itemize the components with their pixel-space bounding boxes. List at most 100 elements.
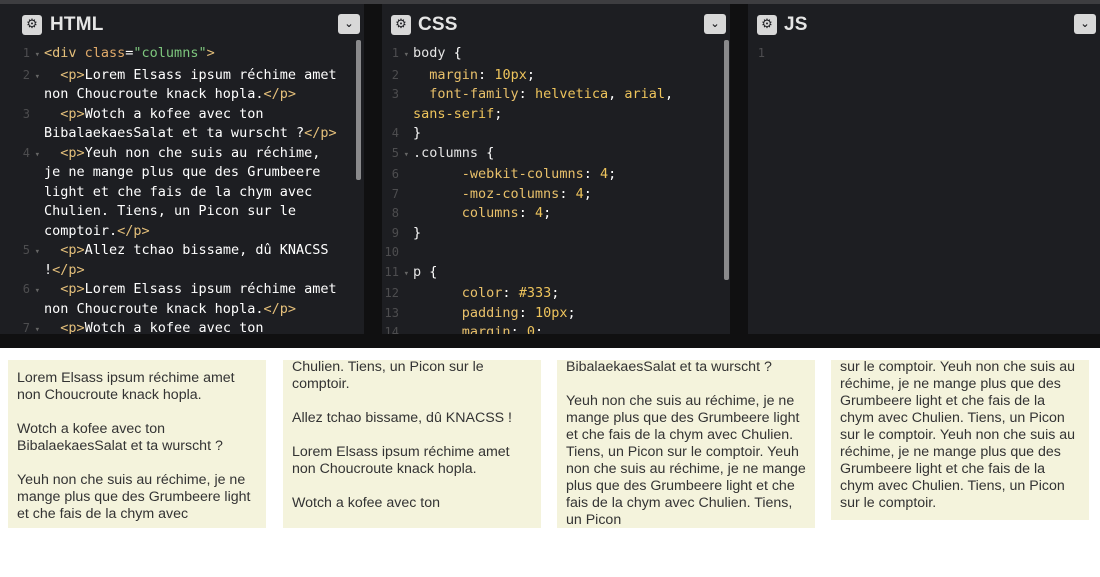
- js-pane: ⚙ JS ⌄ 1: [748, 4, 1100, 334]
- code-text: padding: 10px;: [461, 304, 576, 321]
- code-text: <p>Wotch a kofee avec ton BibalaekaesSal…: [60, 320, 264, 334]
- preview-paragraph: Wotch a kofee avec ton BibalaekaesSalat …: [17, 421, 223, 454]
- fold-arrow-icon[interactable]: ▾: [33, 243, 40, 263]
- fold-arrow-icon[interactable]: ▾: [33, 282, 40, 302]
- js-pane-header: ⚙ JS ⌄: [748, 4, 1100, 40]
- preview-column: sur le comptoir. Yeuh non che suis au ré…: [831, 360, 1089, 520]
- line-number: 3: [22, 106, 30, 121]
- html-pane-header: ⚙ HTML ⌄: [0, 4, 364, 40]
- preview-column: Chulien. Tiens, un Picon sur le comptoir…: [283, 360, 541, 528]
- css-pane-title: CSS: [418, 14, 458, 35]
- preview-paragraph: Lorem Elsass ipsum réchime amet non Chou…: [292, 444, 510, 477]
- preview-paragraph: Yeuh non che suis au réchime, je ne mang…: [566, 393, 806, 528]
- code-text: <div class="columns">: [44, 45, 215, 61]
- line-number: 4: [391, 126, 399, 140]
- chevron-down-icon[interactable]: ⌄: [338, 14, 360, 34]
- code-line[interactable]: 3 font-family: helvetica, arial, sans-se…: [382, 85, 730, 124]
- code-line[interactable]: 13 padding: 10px;: [382, 304, 730, 324]
- code-text: }: [413, 224, 422, 241]
- line-number: 4 ▾: [0, 144, 44, 242]
- code-line[interactable]: 12 color: #333;: [382, 284, 730, 304]
- gear-icon[interactable]: ⚙: [391, 15, 411, 35]
- column-text: BibalaekaesSalat et ta wurscht ? Yeuh non…: [566, 360, 806, 528]
- fold-arrow-icon[interactable]: ▾: [33, 321, 40, 334]
- code-line[interactable]: 4 ▾ <p>Yeuh non che suis au réchime, je n…: [0, 144, 364, 242]
- column-text: sur le comptoir. Yeuh non che suis au ré…: [840, 360, 1080, 512]
- line-number: 10: [384, 245, 399, 259]
- code-line[interactable]: 7 -moz-columns: 4;: [382, 185, 730, 205]
- css-code-editor[interactable]: 1 ▾ body {2 margin: 10px; 3 font-family: he…: [382, 44, 730, 334]
- code-text: <p>Lorem Elsass ipsum réchime amet non C…: [44, 281, 345, 317]
- code-text: .columns {: [413, 144, 495, 161]
- fold-arrow-icon[interactable]: ▾: [402, 265, 409, 285]
- preview-paragraph: sur le comptoir. Yeuh non che suis au ré…: [840, 360, 1076, 511]
- line-number: 9: [391, 225, 399, 240]
- line-number: 11 ▾: [382, 263, 413, 285]
- code-line[interactable]: 5 ▾ <p>Allez tchao bissame, dû KNACSS !</…: [0, 241, 364, 280]
- code-text: <p>Yeuh non che suis au réchime, je ne m…: [44, 144, 329, 239]
- code-line[interactable]: 2 ▾ <p>Lorem Elsass ipsum réchime amet no…: [0, 66, 364, 105]
- fold-arrow-icon[interactable]: ▾: [33, 68, 40, 88]
- chevron-down-icon[interactable]: ⌄: [704, 14, 726, 34]
- line-number: 8: [391, 206, 399, 220]
- code-line[interactable]: 1 ▾ <div class="columns">: [0, 44, 364, 66]
- js-code-editor[interactable]: 1: [748, 44, 1100, 334]
- code-line[interactable]: 3 <p>Wotch a kofee avec ton BibalaekaesS…: [0, 105, 364, 144]
- code-line[interactable]: 7▾ <p>Wotch a kofee avec ton Bibalaekaes…: [0, 319, 364, 334]
- css-scrollbar[interactable]: [724, 40, 729, 280]
- line-number: 1: [757, 46, 765, 60]
- code-line[interactable]: 5 ▾ .columns {: [382, 144, 730, 166]
- css-pane-header: ⚙ CSS ⌄: [382, 4, 730, 40]
- fold-arrow-icon[interactable]: ▾: [33, 46, 40, 66]
- code-line[interactable]: 9}: [382, 224, 730, 244]
- code-line[interactable]: 2 margin: 10px;: [382, 66, 730, 86]
- html-code-editor[interactable]: 1 ▾ <div class="columns"> 2 ▾ <p>Lorem Elsas…: [0, 44, 364, 334]
- code-line[interactable]: 6 -webkit-columns: 4;: [382, 165, 730, 185]
- line-number: 14: [384, 325, 399, 334]
- gear-icon[interactable]: ⚙: [757, 15, 777, 35]
- code-line[interactable]: 1 ▾ body {: [382, 44, 730, 66]
- gear-icon[interactable]: ⚙: [22, 15, 42, 35]
- code-line[interactable]: 14 margin: 0;: [382, 323, 730, 334]
- code-text: p {: [413, 263, 438, 280]
- code-text: margin: 10px;: [429, 66, 535, 83]
- chevron-down-icon[interactable]: ⌄: [1074, 14, 1096, 34]
- html-pane: ⚙ HTML ⌄ 1 ▾ <div class="columns"> 2 ▾ <p>Lo…: [0, 4, 364, 334]
- code-text: color: #333;: [461, 285, 560, 301]
- line-number: 1 ▾: [382, 44, 413, 66]
- preview-paragraph: Lorem Elsass ipsum réchime amet non Chou…: [17, 370, 235, 403]
- line-number: 12: [384, 286, 399, 300]
- preview-paragraph: Wotch a kofee avec ton: [292, 495, 441, 511]
- line-number: 6: [391, 167, 399, 181]
- column-text: Lorem Elsass ipsum réchime amet non Chou…: [17, 370, 257, 523]
- code-text: font-family: helvetica, arial, sans-seri…: [413, 86, 682, 122]
- line-number: 5 ▾: [382, 144, 413, 166]
- code-text: columns: 4;: [461, 205, 552, 221]
- code-text: <p>Lorem Elsass ipsum réchime amet non C…: [44, 66, 345, 103]
- line-number: 6 ▾: [0, 280, 44, 319]
- code-text: margin: 0;: [461, 324, 544, 334]
- code-line[interactable]: 8 columns: 4;: [382, 204, 730, 224]
- line-number: 5 ▾: [0, 241, 44, 280]
- preview-column: BibalaekaesSalat et ta wurscht ? Yeuh non…: [557, 360, 815, 528]
- line-number: 2: [391, 67, 399, 82]
- code-line[interactable]: 10: [382, 243, 730, 263]
- fold-arrow-icon[interactable]: ▾: [402, 46, 409, 66]
- preview-paragraph: BibalaekaesSalat et ta wurscht ?: [566, 360, 772, 375]
- result-preview: Lorem Elsass ipsum réchime amet non Chou…: [0, 348, 1100, 577]
- line-number: 7 ▾: [0, 319, 44, 334]
- line-number: 2 ▾: [0, 66, 44, 105]
- code-text: -webkit-columns: 4;: [461, 166, 617, 182]
- preview-paragraph: Yeuh non che suis au réchime, je ne mang…: [17, 472, 251, 522]
- html-scrollbar[interactable]: [356, 40, 361, 180]
- fold-arrow-icon[interactable]: ▾: [33, 146, 40, 166]
- code-line[interactable]: 1: [748, 44, 1100, 64]
- code-line[interactable]: 6 ▾ <p>Lorem Elsass ipsum réchime amet no…: [0, 280, 364, 319]
- code-line[interactable]: 4}: [382, 124, 730, 144]
- fold-arrow-icon[interactable]: ▾: [402, 146, 409, 166]
- code-text: <p>Allez tchao bissame, dû KNACSS !</p>: [44, 242, 337, 278]
- preview-paragraph: Allez tchao bissame, dû KNACSS !: [292, 410, 513, 426]
- code-line[interactable]: 11 ▾ p {: [382, 263, 730, 285]
